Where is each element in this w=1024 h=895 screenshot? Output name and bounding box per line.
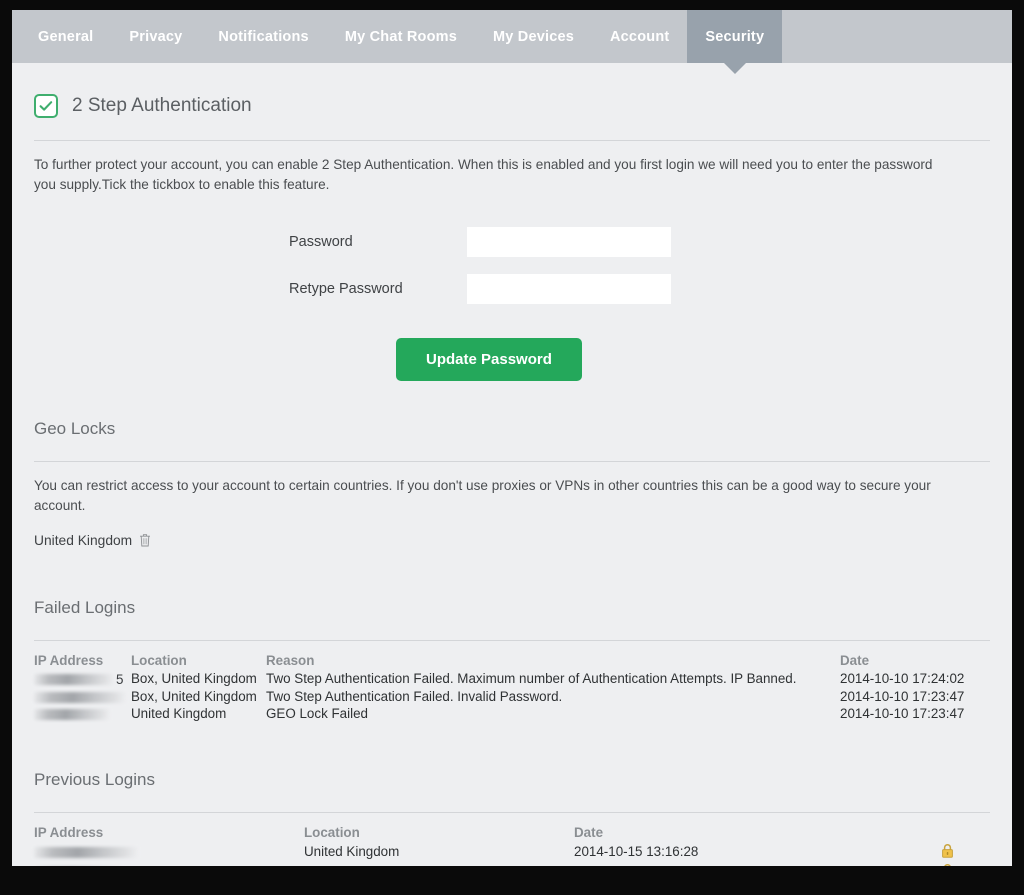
two-step-description: To further protect your account, you can…	[34, 157, 933, 192]
divider	[34, 140, 990, 141]
column-header-date: Date	[840, 652, 870, 668]
cell-ip	[34, 842, 304, 862]
column-header-ip: IP Address	[34, 824, 104, 840]
two-step-authentication-checkbox[interactable]	[34, 94, 58, 118]
cell-ip: 5	[34, 670, 131, 688]
checkmark-icon	[39, 101, 53, 111]
cell-location: United Kingdom	[304, 844, 400, 860]
redacted-ip	[34, 691, 126, 703]
tab-notifications[interactable]: Notifications	[200, 10, 326, 63]
trash-icon[interactable]	[139, 533, 151, 547]
retype-password-label: Retype Password	[289, 280, 403, 297]
cell-date: 2014-10-15 13:16:28	[574, 844, 699, 860]
column-header-date: Date	[574, 824, 604, 840]
geo-lock-entry: United Kingdom	[34, 533, 990, 548]
update-password-button[interactable]: Update Password	[396, 338, 582, 382]
two-step-header-row: 2 Step Authentication	[34, 63, 990, 118]
cell-ip	[34, 705, 131, 722]
previous-logins-section: Previous Logins IP Address Location Date	[34, 770, 990, 866]
tab-my-devices[interactable]: My Devices	[475, 10, 592, 63]
redacted-ip	[34, 847, 138, 859]
cell-reason: Two Step Authentication Failed. Maximum …	[266, 671, 797, 687]
cell-location: United Kingdom	[304, 862, 574, 866]
submit-row: Update Password	[34, 338, 990, 382]
tab-label: Privacy	[129, 28, 183, 45]
cell-date: 2014-10-10 17:23:47	[840, 705, 965, 721]
password-form: Password Retype Password Update Password	[34, 218, 990, 382]
divider	[34, 639, 990, 641]
cell-secure	[910, 862, 990, 866]
two-step-title: 2 Step Authentication	[72, 95, 252, 116]
column-header-secure	[910, 825, 990, 842]
tab-label: My Chat Rooms	[344, 28, 457, 45]
ip-visible-tail: 5	[116, 671, 124, 687]
failed-logins-section: Failed Logins IP Address Location Reason…	[34, 598, 990, 722]
geo-locks-title: Geo Locks	[34, 419, 116, 439]
column-header-ip: IP Address	[34, 652, 104, 668]
previous-logins-table: IP Address Location Date United Kingdom	[34, 825, 990, 866]
password-input[interactable]	[467, 226, 671, 257]
redacted-ip	[34, 708, 110, 720]
browser-frame: General Privacy Notifications My Chat Ro…	[0, 0, 1024, 895]
column-header-reason: Reason	[266, 652, 315, 668]
previous-logins-title: Previous Logins	[34, 769, 155, 789]
password-row: Password	[34, 218, 990, 265]
table-row: Box, United Kingdom Two Step Authenticat…	[34, 688, 990, 705]
failed-logins-table: IP Address Location Reason Date 5 Box, U…	[34, 653, 990, 722]
tab-my-chat-rooms[interactable]: My Chat Rooms	[327, 10, 475, 63]
retype-password-row: Retype Password	[34, 265, 990, 312]
padlock-icon[interactable]	[941, 843, 954, 861]
geo-lock-country: United Kingdom	[34, 532, 133, 548]
divider	[34, 811, 990, 813]
retype-password-input[interactable]	[467, 273, 671, 304]
geo-locks-description: You can restrict access to your account …	[34, 478, 931, 514]
tab-privacy[interactable]: Privacy	[111, 10, 200, 63]
cell-location: Box, United Kingdom	[131, 671, 257, 687]
table-row: United Kingdom GEO Lock Failed 2014-10-1…	[34, 705, 990, 722]
tab-label: General	[38, 28, 94, 45]
tab-general[interactable]: General	[20, 10, 111, 63]
table-header-row: IP Address Location Date	[34, 825, 990, 842]
cell-location: United Kingdom	[131, 705, 227, 721]
password-label: Password	[289, 233, 353, 250]
padlock-icon[interactable]	[941, 863, 954, 866]
settings-tabbar: General Privacy Notifications My Chat Ro…	[12, 10, 1012, 74]
cell-reason: GEO Lock Failed	[266, 705, 368, 721]
table-row: United Kingdom 2014-10-15 08:39:56	[34, 862, 990, 866]
tab-account[interactable]: Account	[592, 10, 687, 63]
settings-page: General Privacy Notifications My Chat Ro…	[12, 10, 1012, 866]
tab-label: Security	[705, 28, 765, 45]
cell-reason: Two Step Authentication Failed. Invalid …	[266, 688, 563, 704]
tab-security[interactable]: Security	[687, 10, 783, 74]
cell-ip	[34, 688, 131, 705]
table-row: United Kingdom 2014-10-15 13:16:28	[34, 842, 990, 862]
tab-label: My Devices	[493, 28, 574, 45]
geo-locks-section: Geo Locks You can restrict access to you…	[34, 419, 990, 548]
cell-date: 2014-10-10 17:23:47	[840, 688, 965, 704]
table-row: 5 Box, United Kingdom Two Step Authentic…	[34, 670, 990, 688]
failed-logins-title: Failed Logins	[34, 597, 136, 617]
settings-content: 2 Step Authentication To further protect…	[12, 63, 1012, 866]
column-header-location: Location	[304, 824, 360, 840]
tab-label: Account	[610, 28, 670, 45]
divider	[34, 461, 990, 463]
cell-location: Box, United Kingdom	[131, 688, 257, 704]
cell-ip	[34, 862, 304, 866]
table-header-row: IP Address Location Reason Date	[34, 653, 990, 670]
tab-label: Notifications	[218, 28, 309, 45]
redacted-ip	[34, 673, 114, 685]
cell-date: 2014-10-10 17:24:02	[840, 671, 965, 687]
column-header-location: Location	[131, 652, 187, 668]
cell-date: 2014-10-15 08:39:56	[574, 862, 910, 866]
cell-secure	[910, 842, 990, 862]
